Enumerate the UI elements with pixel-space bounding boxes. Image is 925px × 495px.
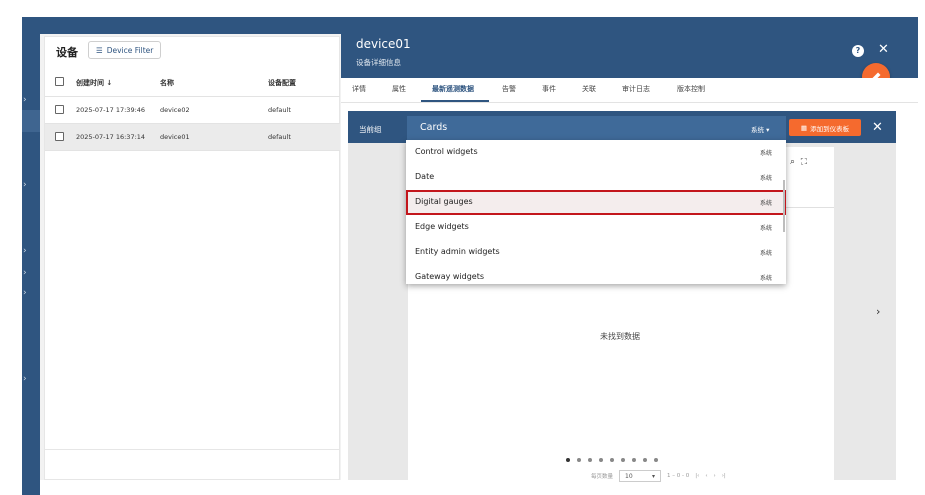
option-label: Gateway widgets [415, 272, 485, 281]
empty-state-text: 未找到数据 [600, 332, 640, 341]
current-group-label: 当前组 [359, 125, 382, 134]
cell-created: 2025-07-17 16:37:14 [76, 133, 146, 141]
dropdown-option-highlighted[interactable]: Digital gauges 系统 [406, 190, 786, 215]
device-subtitle: 设备详细信息 [356, 58, 401, 67]
sidebar-nav[interactable] [22, 17, 40, 495]
device-name-title: device01 [356, 37, 411, 51]
tab-alarms[interactable]: 告警 [502, 84, 516, 94]
cell-profile: default [268, 106, 291, 114]
carousel-dots[interactable] [566, 458, 658, 462]
bundle-scope: 系统 ▾ [751, 124, 769, 134]
tab-relations[interactable]: 关联 [582, 84, 596, 94]
row-checkbox[interactable] [55, 105, 64, 114]
carousel-dot[interactable] [643, 458, 647, 462]
devices-title: 设备 [56, 46, 78, 59]
first-page-icon[interactable]: |‹ [695, 473, 699, 479]
option-scope: 系统 [760, 250, 773, 257]
selected-bundle: Cards [420, 122, 448, 133]
add-to-dashboard-button[interactable]: ▦ 添加到仪表板 [789, 119, 861, 136]
chevron-icon[interactable]: › [23, 95, 27, 105]
cell-name: device02 [160, 106, 190, 114]
filter-icon: ☰ [96, 45, 103, 55]
carousel-dot[interactable] [654, 458, 658, 462]
dropdown-scrollbar[interactable] [783, 180, 785, 232]
option-label: Control widgets [415, 147, 478, 156]
option-label: Edge widgets [415, 222, 469, 231]
dashboard-icon: ▦ [800, 123, 808, 132]
tab-events[interactable]: 事件 [542, 84, 556, 94]
bundle-dropdown: Control widgets 系统 Date 系统 Digital gauge… [406, 140, 786, 284]
tab-version-control[interactable]: 版本控制 [677, 84, 705, 94]
dropdown-option[interactable]: Date 系统 [406, 165, 786, 190]
divider [786, 207, 834, 208]
carousel-dot[interactable] [588, 458, 592, 462]
option-scope: 系统 [760, 275, 773, 282]
fullscreen-icon[interactable]: ⛶ [801, 157, 807, 167]
device-filter-button[interactable]: ☰ Device Filter [88, 41, 162, 59]
close-icon[interactable]: ✕ [872, 120, 883, 135]
option-label: Date [415, 172, 435, 181]
sidebar-active-item[interactable] [22, 110, 40, 132]
column-name[interactable]: 名称 [160, 78, 174, 88]
detail-header [341, 34, 918, 78]
select-all-checkbox[interactable] [55, 77, 64, 86]
search-icon[interactable]: ⌕ [790, 157, 795, 167]
bundle-scope-text: 系统 [751, 126, 764, 134]
prev-page-icon[interactable]: ‹ [705, 473, 707, 479]
chevron-icon[interactable]: › [23, 268, 27, 278]
page-range: 1 – 0 - 0 [667, 473, 690, 479]
carousel-dot[interactable] [621, 458, 625, 462]
cell-created: 2025-07-17 17:39:46 [76, 106, 146, 114]
option-scope: 系统 [760, 200, 773, 207]
option-scope: 系统 [760, 225, 773, 232]
search-fullscreen-icons[interactable]: ⌕ ⛶ [790, 157, 807, 167]
last-page-icon[interactable]: ›| [722, 473, 726, 479]
carousel-dot[interactable] [632, 458, 636, 462]
dropdown-option[interactable]: Entity admin widgets 系统 [406, 240, 786, 265]
dropdown-arrow-icon: ▾ [766, 126, 770, 134]
add-to-dashboard-label: 添加到仪表板 [810, 124, 850, 133]
chevron-icon[interactable]: › [23, 374, 27, 384]
option-label: Entity admin widgets [415, 247, 500, 256]
column-device-profile[interactable]: 设备配置 [268, 78, 296, 88]
tab-latest-telemetry[interactable]: 最新遥测数据 [432, 84, 474, 94]
left-nav-edge [0, 0, 22, 495]
option-scope: 系统 [760, 175, 773, 182]
top-bar [22, 17, 918, 34]
carousel-dot[interactable] [577, 458, 581, 462]
page-size-label: 每页数量 [591, 474, 614, 480]
next-arrow-icon[interactable]: › [876, 305, 880, 318]
widget-bundle-select[interactable] [407, 116, 786, 140]
dropdown-arrow-icon: ▾ [652, 472, 656, 480]
cell-profile: default [268, 133, 291, 141]
divider [45, 150, 340, 151]
active-tab-indicator [421, 100, 489, 102]
dropdown-option[interactable]: Gateway widgets 系统 [406, 265, 786, 284]
column-created-time[interactable]: 创建时间 ↓ [76, 78, 112, 88]
carousel-dot[interactable] [610, 458, 614, 462]
cell-name: device01 [160, 133, 190, 141]
row-checkbox[interactable] [55, 132, 64, 141]
option-scope: 系统 [760, 150, 773, 157]
next-page-icon[interactable]: › [714, 473, 716, 479]
chevron-icon[interactable]: › [23, 180, 27, 190]
dropdown-option[interactable]: Edge widgets 系统 [406, 215, 786, 240]
page-size-value: 10 [625, 472, 633, 480]
option-label: Digital gauges [415, 197, 473, 206]
dropdown-option[interactable]: Control widgets 系统 [406, 140, 786, 165]
chevron-icon[interactable]: › [23, 288, 27, 298]
carousel-dot[interactable] [599, 458, 603, 462]
paginator: 每页数量 10 ▾ 1 – 0 - 0 |‹ ‹ › ›| [591, 470, 726, 482]
tab-audit-logs[interactable]: 审计日志 [622, 84, 650, 94]
device-filter-label: Device Filter [106, 45, 154, 55]
tab-details[interactable]: 详情 [352, 84, 366, 94]
help-icon[interactable]: ? [852, 45, 864, 57]
close-icon[interactable]: ✕ [878, 42, 889, 57]
divider [45, 449, 340, 450]
page-size-select[interactable]: 10 ▾ [619, 470, 662, 482]
carousel-dot[interactable] [566, 458, 570, 462]
tab-attributes[interactable]: 属性 [392, 84, 406, 94]
chevron-icon[interactable]: › [23, 246, 27, 256]
